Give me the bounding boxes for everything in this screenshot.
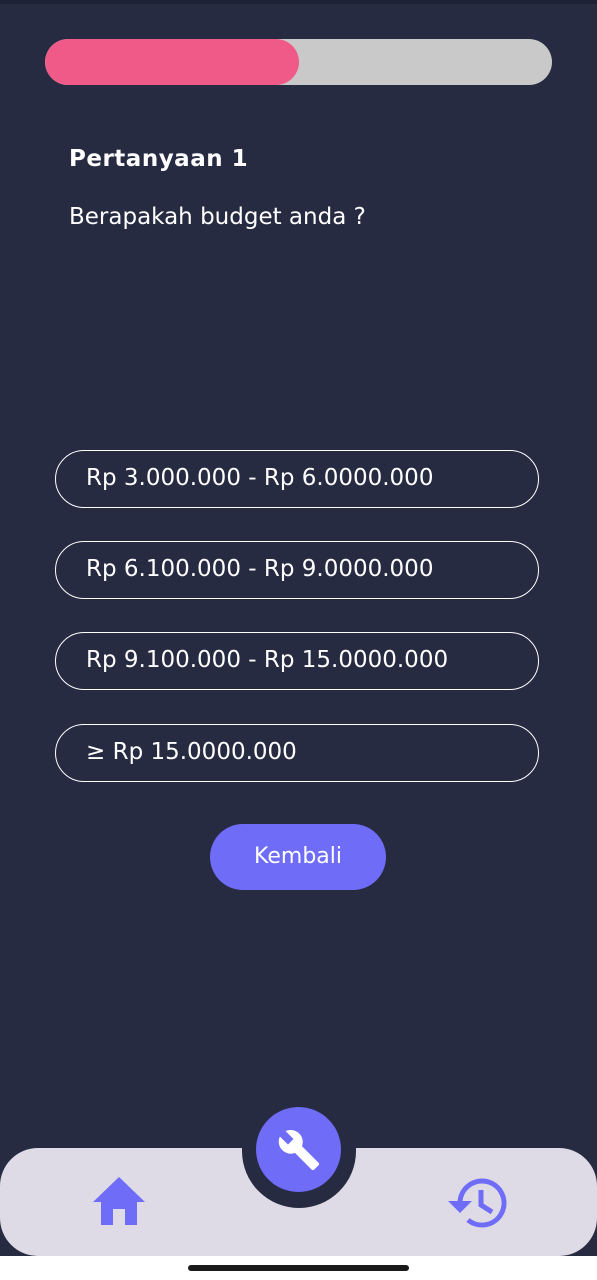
question-text: Berapakah budget anda ? (69, 204, 366, 230)
wrench-icon (278, 1130, 320, 1171)
progress-bar-fill (45, 39, 299, 85)
nav-home-button[interactable] (91, 1174, 147, 1228)
nav-history-button[interactable] (444, 1174, 510, 1232)
home-icon (93, 1177, 145, 1225)
answer-option-4[interactable]: ≥ Rp 15.0000.000 (55, 724, 539, 782)
back-button[interactable]: Kembali (210, 824, 386, 890)
answer-option-2[interactable]: Rp 6.100.000 - Rp 9.0000.000 (55, 541, 539, 599)
progress-bar (45, 39, 552, 85)
question-title: Pertanyaan 1 (69, 146, 249, 172)
tools-button[interactable] (256, 1107, 341, 1192)
answer-option-3[interactable]: Rp 9.100.000 - Rp 15.0000.000 (55, 632, 539, 690)
home-indicator[interactable] (188, 1265, 409, 1271)
answer-option-1[interactable]: Rp 3.000.000 - Rp 6.0000.000 (55, 450, 539, 508)
history-icon (448, 1178, 507, 1228)
top-edge (0, 0, 597, 4)
